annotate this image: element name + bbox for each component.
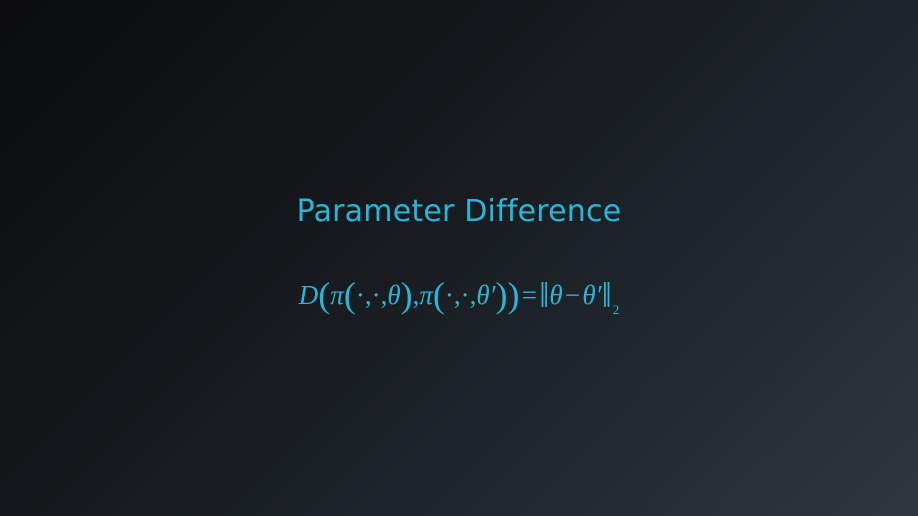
formula-dot: · (444, 280, 454, 310)
formula-theta-prime: θ′ (476, 280, 496, 310)
formula-theta: θ (549, 280, 563, 310)
formula-open-paren: ( (343, 275, 356, 315)
formula-open-paren: ( (432, 275, 445, 315)
formula-dot: · (460, 280, 470, 310)
formula-close-paren: ) (400, 275, 413, 315)
formula-theta: θ (387, 280, 401, 310)
formula-dot: · (371, 280, 381, 310)
formula: D(π(·,·,θ),π(·,·,θ′)) = ‖θ − θ′‖2 (298, 275, 620, 317)
formula-dot: · (355, 280, 365, 310)
slide-title: Parameter Difference (296, 194, 622, 229)
formula-d: D (298, 280, 319, 310)
formula-theta-prime: θ′ (582, 280, 602, 310)
formula-pi-1: π (330, 280, 344, 310)
formula-pi-2: π (419, 280, 433, 310)
formula-close-paren: )) (495, 275, 520, 315)
slide: Parameter Difference D(π(·,·,θ),π(·,·,θ′… (0, 0, 918, 516)
formula-norm-close: ‖ (601, 275, 612, 315)
formula-norm-subscript: 2 (612, 302, 620, 317)
formula-open-paren: ( (318, 275, 331, 315)
formula-norm-open: ‖ (539, 275, 550, 315)
